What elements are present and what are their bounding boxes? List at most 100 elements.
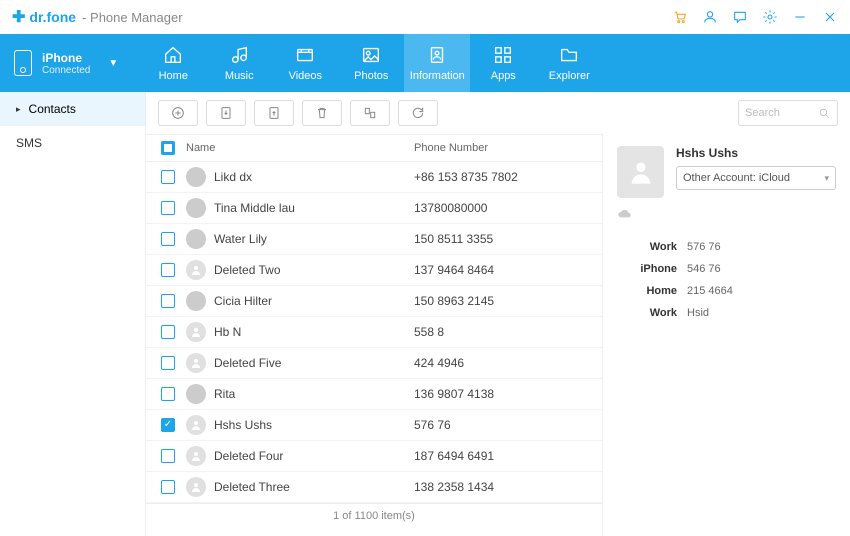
- add-button[interactable]: [158, 100, 198, 126]
- contact-phone: 136 9807 4138: [414, 387, 594, 401]
- pager-text: 1 of 1100 item(s): [146, 503, 602, 528]
- avatar: [186, 384, 206, 404]
- videos-icon: [294, 44, 316, 66]
- row-checkbox[interactable]: [161, 201, 175, 215]
- music-icon: [228, 44, 250, 66]
- close-icon[interactable]: [822, 9, 838, 25]
- table-row[interactable]: Deleted Two137 9464 8464: [146, 255, 602, 286]
- nav-explorer[interactable]: Explorer: [536, 34, 602, 92]
- table-row[interactable]: Tina Middle lau13780080000: [146, 193, 602, 224]
- nav-apps[interactable]: Apps: [470, 34, 536, 92]
- nav-photos[interactable]: Photos: [338, 34, 404, 92]
- device-status: Connected: [42, 65, 90, 76]
- row-checkbox[interactable]: [161, 387, 175, 401]
- table-row[interactable]: Rita 136 9807 4138: [146, 379, 602, 410]
- chevron-down-icon: ▼: [108, 58, 118, 69]
- brand-text: dr.fone: [29, 9, 76, 25]
- search-icon: [818, 107, 831, 120]
- information-icon: [426, 44, 448, 66]
- refresh-button[interactable]: [398, 100, 438, 126]
- detail-panel: Hshs Ushs Other Account: iCloud ▾ Work57…: [602, 134, 850, 536]
- contact-phone: 558 8: [414, 325, 594, 339]
- search-input[interactable]: Search: [738, 100, 838, 126]
- cloud-icon: [617, 208, 836, 223]
- detail-field: WorkHsid: [617, 307, 836, 319]
- table-row[interactable]: Deleted Four187 6494 6491: [146, 441, 602, 472]
- user-icon[interactable]: [702, 9, 718, 25]
- device-selector[interactable]: iPhone Connected ▼: [0, 34, 140, 92]
- app-logo: ✚ dr.fone: [12, 7, 76, 27]
- avatar: [186, 322, 206, 342]
- row-checkbox[interactable]: [161, 480, 175, 494]
- nav-bar: iPhone Connected ▼ Home Music Videos Photos…: [0, 34, 850, 92]
- select-all-checkbox[interactable]: [161, 141, 175, 155]
- table-row[interactable]: Deleted Three138 2358 1434: [146, 472, 602, 503]
- cart-icon[interactable]: [672, 9, 688, 25]
- apps-icon: [492, 44, 514, 66]
- photos-icon: [360, 44, 382, 66]
- merge-button[interactable]: [350, 100, 390, 126]
- detail-field: Home215 4664: [617, 285, 836, 297]
- settings-icon[interactable]: [762, 9, 778, 25]
- contact-phone: 424 4946: [414, 356, 594, 370]
- contact-name: Water Lily: [214, 232, 267, 246]
- avatar: [186, 291, 206, 311]
- detail-avatar: [617, 146, 664, 198]
- table-row[interactable]: Likd dx+86 153 8735 7802: [146, 162, 602, 193]
- feedback-icon[interactable]: [732, 9, 748, 25]
- row-checkbox[interactable]: [161, 325, 175, 339]
- explorer-icon: [558, 44, 580, 66]
- sidebar-item-sms[interactable]: SMS: [0, 126, 145, 160]
- nav-home[interactable]: Home: [140, 34, 206, 92]
- app-subtitle: - Phone Manager: [82, 10, 182, 25]
- sidebar: ▸ Contacts SMS: [0, 92, 146, 536]
- field-label: iPhone: [617, 263, 677, 275]
- sidebar-item-label: Contacts: [29, 102, 76, 116]
- table-row[interactable]: Cicia Hilter150 8963 2145: [146, 286, 602, 317]
- account-value: Other Account: iCloud: [683, 172, 790, 184]
- contact-name: Cicia Hilter: [214, 294, 272, 308]
- title-bar: ✚ dr.fone - Phone Manager: [0, 0, 850, 34]
- delete-button[interactable]: [302, 100, 342, 126]
- nav-videos[interactable]: Videos: [272, 34, 338, 92]
- col-name[interactable]: Name: [182, 142, 414, 154]
- field-label: Work: [617, 307, 677, 319]
- chevron-down-icon: ▾: [824, 173, 829, 184]
- contact-phone: 13780080000: [414, 201, 594, 215]
- row-checkbox[interactable]: [161, 449, 175, 463]
- sidebar-item-contacts[interactable]: ▸ Contacts: [0, 92, 145, 126]
- nav-label: Photos: [354, 70, 388, 82]
- field-label: Work: [617, 241, 677, 253]
- nav-label: Apps: [491, 70, 516, 82]
- import-button[interactable]: [206, 100, 246, 126]
- detail-field: Work576 76: [617, 241, 836, 253]
- sidebar-item-label: SMS: [16, 136, 42, 150]
- device-name: iPhone: [42, 51, 90, 65]
- row-checkbox[interactable]: [161, 294, 175, 308]
- table-row[interactable]: Deleted Five424 4946: [146, 348, 602, 379]
- col-phone[interactable]: Phone Number: [414, 142, 594, 154]
- nav-label: Home: [159, 70, 188, 82]
- row-checkbox[interactable]: [161, 418, 175, 432]
- nav-music[interactable]: Music: [206, 34, 272, 92]
- table-row[interactable]: Hb N558 8: [146, 317, 602, 348]
- nav-information[interactable]: Information: [404, 34, 470, 92]
- nav-label: Videos: [289, 70, 322, 82]
- row-checkbox[interactable]: [161, 232, 175, 246]
- row-checkbox[interactable]: [161, 170, 175, 184]
- contact-name: Rita: [214, 387, 235, 401]
- table-row[interactable]: Hshs Ushs576 76: [146, 410, 602, 441]
- nav-label: Music: [225, 70, 254, 82]
- field-value: 546 76: [687, 263, 721, 275]
- contact-phone: 138 2358 1434: [414, 480, 594, 494]
- row-checkbox[interactable]: [161, 356, 175, 370]
- minimize-icon[interactable]: [792, 9, 808, 25]
- row-checkbox[interactable]: [161, 263, 175, 277]
- avatar: [186, 198, 206, 218]
- table-row[interactable]: Water Lily150 8511 3355: [146, 224, 602, 255]
- export-button[interactable]: [254, 100, 294, 126]
- nav-label: Information: [410, 70, 465, 82]
- home-icon: [162, 44, 184, 66]
- account-select[interactable]: Other Account: iCloud ▾: [676, 166, 836, 190]
- detail-name: Hshs Ushs: [676, 146, 836, 160]
